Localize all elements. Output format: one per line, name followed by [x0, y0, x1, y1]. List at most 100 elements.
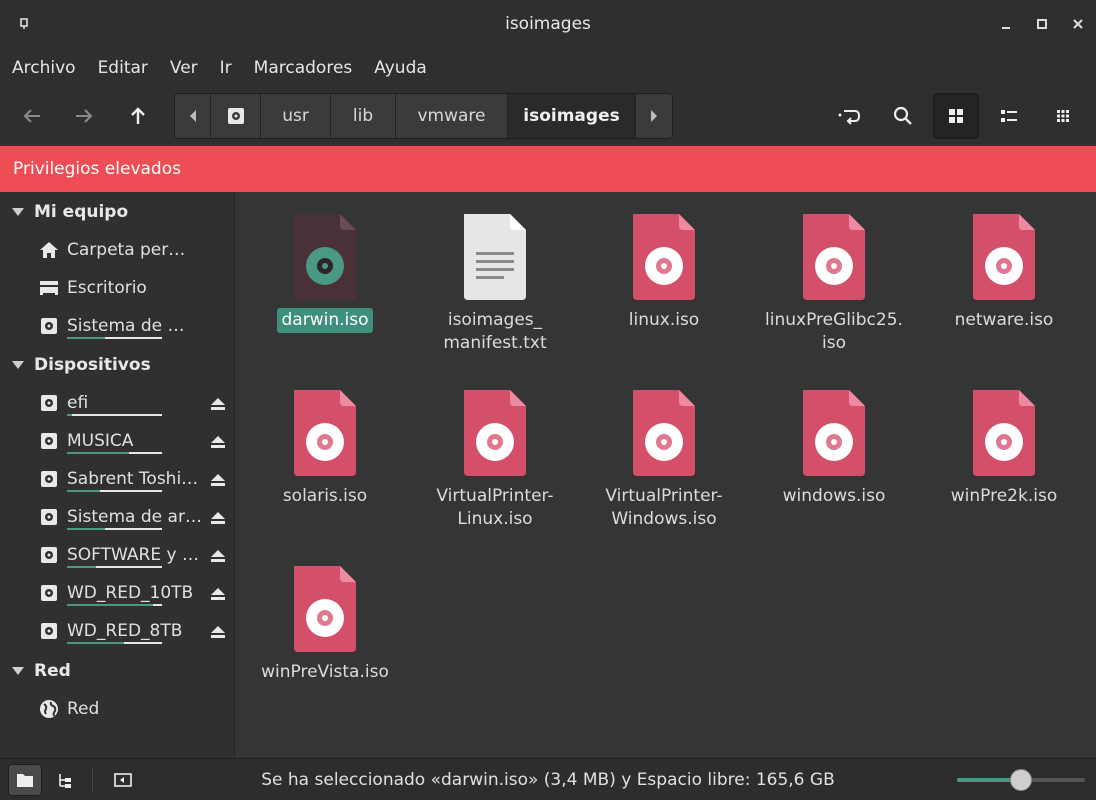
- file-item[interactable]: windows.iso: [759, 368, 909, 538]
- toggle-location-button[interactable]: [826, 93, 872, 139]
- menu-ir[interactable]: Ir: [220, 58, 242, 78]
- sidebar-section-red[interactable]: Red: [0, 652, 71, 690]
- path-segment-vmware[interactable]: vmware: [396, 94, 508, 138]
- file-item[interactable]: winPre2k.iso: [929, 368, 1079, 538]
- location-toggle-icon: [838, 110, 861, 125]
- file-name: winPre2k.iso: [950, 486, 1058, 506]
- file-item[interactable]: VirtualPrinter- Linux.iso: [420, 368, 570, 538]
- disc-image-icon: [294, 566, 356, 652]
- file-item[interactable]: solaris.iso: [250, 368, 400, 538]
- path-root-button[interactable]: [211, 94, 261, 138]
- file-item[interactable]: netware.iso: [929, 192, 1079, 362]
- sidebar-section-dispositivos[interactable]: Dispositivos: [0, 346, 151, 384]
- eject-icon[interactable]: [208, 394, 228, 414]
- titlebar[interactable]: isoimages: [0, 0, 1096, 48]
- disk-usage-bar: [67, 452, 162, 454]
- eject-icon[interactable]: [208, 470, 228, 490]
- eject-icon[interactable]: [208, 622, 228, 642]
- window-title: isoimages: [505, 14, 591, 34]
- search-button[interactable]: [880, 93, 926, 139]
- sidebar-section-mi-equipo[interactable]: Mi equipo: [0, 193, 128, 231]
- disc-image-icon: [973, 214, 1035, 300]
- eject-icon[interactable]: [208, 432, 228, 452]
- file-item[interactable]: linux.iso: [589, 192, 739, 362]
- breadcrumb: usr lib vmware isoimages: [174, 93, 673, 139]
- sidebar-item-filesystem[interactable]: Sistema de ar…: [0, 307, 235, 345]
- sidebar-item-efi[interactable]: efi: [0, 384, 235, 422]
- sidebar-item-musica[interactable]: MUSICA: [0, 422, 235, 460]
- sidebar-item-software[interactable]: SOFTWARE y …: [0, 536, 235, 574]
- network-icon: [38, 698, 60, 720]
- minimize-button[interactable]: [992, 10, 1020, 38]
- sidebar-item-network[interactable]: Red: [0, 690, 235, 728]
- menu-ver[interactable]: Ver: [170, 58, 208, 78]
- sidebar-item-sabrent[interactable]: Sabrent Toshi…: [0, 460, 235, 498]
- pin-icon[interactable]: [14, 14, 34, 34]
- sidebar-item-wd-red-10tb[interactable]: WD_RED_10TB: [0, 574, 235, 612]
- folder-icon: [17, 774, 33, 787]
- file-item[interactable]: VirtualPrinter- Windows.iso: [589, 368, 739, 538]
- eject-icon[interactable]: [208, 584, 228, 604]
- file-name: netware.iso: [954, 310, 1054, 330]
- file-item[interactable]: darwin.iso: [250, 192, 400, 362]
- toolbar: usr lib vmware isoimages: [0, 88, 1096, 144]
- toggle-sidebar-button[interactable]: [106, 764, 140, 796]
- eject-icon[interactable]: [208, 508, 228, 528]
- drive-icon: [38, 430, 60, 452]
- arrow-left-icon: [23, 109, 40, 123]
- menu-archivo[interactable]: Archivo: [12, 58, 86, 78]
- disc-image-icon: [803, 390, 865, 476]
- file-name: solaris.iso: [282, 486, 368, 506]
- up-button[interactable]: [118, 96, 158, 136]
- file-name: isoimages_ manifest.txt: [443, 310, 547, 353]
- drive-icon: [38, 315, 60, 337]
- forward-button[interactable]: [64, 96, 104, 136]
- file-item[interactable]: isoimages_ manifest.txt: [420, 192, 570, 362]
- expander-icon: [12, 208, 24, 216]
- zoom-slider[interactable]: [957, 769, 1085, 791]
- expander-icon: [12, 361, 24, 369]
- eject-icon[interactable]: [208, 546, 228, 566]
- file-item[interactable]: linuxPreGlibc25. iso: [759, 192, 909, 362]
- sidebar: Mi equipo Carpeta pers… Escritorio Siste…: [0, 192, 235, 758]
- disc-image-icon: [633, 214, 695, 300]
- disc-image-icon: [294, 214, 356, 300]
- path-scroll-left-button[interactable]: [175, 94, 211, 138]
- back-button[interactable]: [12, 96, 52, 136]
- list-view-button[interactable]: [986, 93, 1032, 139]
- menu-marcadores[interactable]: Marcadores: [254, 58, 363, 78]
- icon-view-button[interactable]: [933, 93, 979, 139]
- sidebar-item-sistema[interactable]: Sistema de ar…: [0, 498, 235, 536]
- text-file-icon: [464, 214, 526, 300]
- disk-usage-bar: [67, 642, 162, 644]
- file-name: winPreVista.iso: [261, 662, 389, 682]
- search-icon: [893, 106, 912, 125]
- path-scroll-right-button[interactable]: [636, 94, 672, 138]
- menu-editar[interactable]: Editar: [98, 58, 158, 78]
- path-segment-usr[interactable]: usr: [261, 94, 331, 138]
- sidebar-item-home[interactable]: Carpeta pers…: [0, 231, 235, 269]
- drive-icon: [38, 506, 60, 528]
- menu-ayuda[interactable]: Ayuda: [374, 58, 437, 78]
- zoom-slider-knob[interactable]: [1010, 769, 1032, 791]
- sidebar-item-desktop[interactable]: Escritorio: [0, 269, 235, 307]
- close-button[interactable]: [1064, 10, 1092, 38]
- grid-icon: [949, 109, 963, 123]
- disk-usage-bar: [67, 337, 162, 339]
- disc-image-icon: [294, 390, 356, 476]
- drive-icon: [38, 620, 60, 642]
- disk-usage-bar: [67, 414, 162, 416]
- show-places-button[interactable]: [8, 764, 42, 796]
- disk-usage-bar: [67, 490, 162, 492]
- file-name: linuxPreGlibc25. iso: [765, 310, 903, 353]
- sidebar-item-wd-red-8tb[interactable]: WD_RED_8TB: [0, 612, 235, 650]
- show-tree-button[interactable]: [48, 764, 82, 796]
- tree-icon: [59, 774, 71, 788]
- compact-view-button[interactable]: [1040, 93, 1086, 139]
- path-segment-lib[interactable]: lib: [331, 94, 396, 138]
- chevron-right-icon: [651, 110, 657, 122]
- maximize-button[interactable]: [1028, 10, 1056, 38]
- file-item[interactable]: winPreVista.iso: [250, 544, 400, 714]
- path-segment-isoimages[interactable]: isoimages: [508, 94, 636, 138]
- chevron-left-icon: [189, 110, 196, 122]
